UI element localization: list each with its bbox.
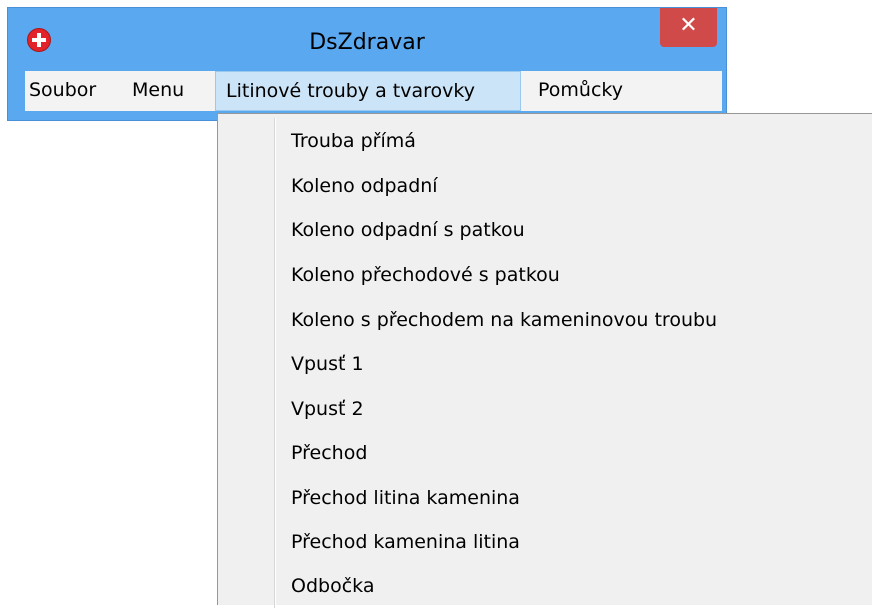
dropdown-item-vpust-1[interactable]: Vpusť 1	[291, 344, 364, 384]
dropdown-item-prechod[interactable]: Přechod	[291, 433, 367, 473]
close-button[interactable]: ✕	[660, 8, 717, 47]
app-window: DsZdravar ✕ Soubor Menu Litinové trouby …	[7, 7, 727, 121]
title-bar[interactable]: DsZdravar ✕	[8, 8, 726, 70]
dropdown-item-koleno-prechodove-s-patkou[interactable]: Koleno přechodové s patkou	[291, 255, 560, 295]
dropdown-item-trouba-prima[interactable]: Trouba přímá	[291, 121, 416, 161]
dropdown-menu: Trouba přímá Koleno odpadní Koleno odpad…	[217, 113, 872, 608]
menu-bar: Soubor Menu Litinové trouby a tvarovky P…	[25, 71, 722, 111]
menu-pomucky[interactable]: Pomůcky	[538, 71, 623, 111]
dropdown-item-odbocka[interactable]: Odbočka	[291, 566, 374, 606]
menu-soubor[interactable]: Soubor	[29, 71, 96, 111]
close-icon: ✕	[679, 13, 698, 38]
menu-litinove-trouby[interactable]: Litinové trouby a tvarovky	[215, 71, 521, 111]
icon-gutter-separator-highlight	[275, 118, 276, 608]
menu-menu[interactable]: Menu	[132, 71, 184, 111]
dropdown-item-koleno-odpadni-s-patkou[interactable]: Koleno odpadní s patkou	[291, 210, 525, 250]
window-title: DsZdravar	[309, 30, 425, 55]
dropdown-item-koleno-s-prechodem[interactable]: Koleno s přechodem na kameninovou troubu	[291, 300, 717, 340]
dropdown-item-prechod-litina-kamenina[interactable]: Přechod litina kamenina	[291, 478, 520, 518]
dropdown-item-koleno-odpadni[interactable]: Koleno odpadní	[291, 166, 438, 206]
dropdown-item-vpust-2[interactable]: Vpusť 2	[291, 389, 364, 429]
dropdown-item-prechod-kamenina-litina[interactable]: Přechod kamenina litina	[291, 522, 520, 562]
